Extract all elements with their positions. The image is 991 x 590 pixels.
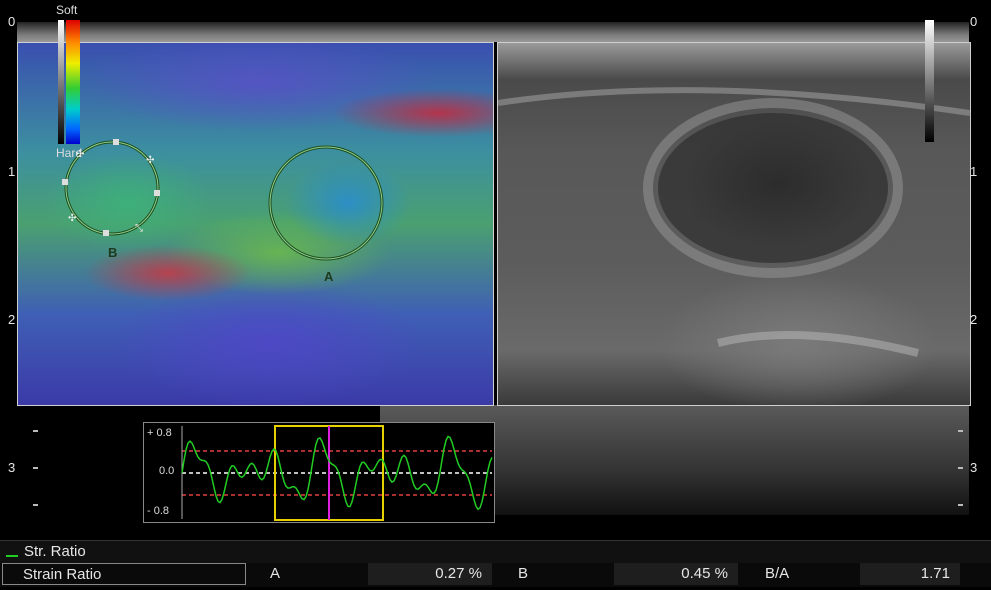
- depth-label-3-left: 3: [8, 460, 16, 475]
- roi-a-label: A: [324, 269, 334, 284]
- depth-label-3-right: 3: [970, 460, 978, 475]
- strain-graph-plot: [181, 425, 493, 521]
- legend-label: Str. Ratio: [24, 543, 86, 560]
- roi-b-handle-top: [113, 139, 119, 145]
- strain-y-label-mid: 0.0: [159, 465, 175, 477]
- depth-tick: [958, 430, 963, 432]
- roi-b-rotate-handle-icon: ✣: [146, 155, 154, 166]
- result-a-label: A: [270, 565, 281, 582]
- roi-b-handle-bottom: [103, 230, 109, 236]
- strain-ratio-title: Strain Ratio: [2, 563, 246, 585]
- result-ratio-label: B/A: [765, 565, 790, 582]
- strain-y-label-top: + 0.8: [147, 427, 172, 439]
- nodule-core: [658, 113, 888, 263]
- scale-hard-label: Hard: [56, 146, 83, 160]
- depth-tick: [33, 430, 38, 432]
- roi-b-rotate-handle-icon-2: ✣: [68, 213, 76, 224]
- strain-ratio-results-row: Strain Ratio A 0.27 % B 0.45 % B/A 1.71: [0, 563, 991, 587]
- depth-label-0-right: 0: [970, 14, 978, 29]
- skin-band: [17, 22, 969, 42]
- result-a-value: 0.27 %: [368, 563, 492, 585]
- result-ratio-value: 1.71: [860, 563, 960, 585]
- scale-soft-label: Soft: [56, 3, 78, 17]
- bmode-texture: [498, 87, 970, 357]
- depth-label-2-left: 2: [8, 312, 16, 327]
- depth-tick: [33, 467, 38, 469]
- roi-b-resize-handle-icon: ⤡: [135, 223, 143, 234]
- roi-b-label: B: [108, 245, 118, 260]
- result-b-label: B: [518, 565, 529, 582]
- elasto-color-scale-bar: [66, 20, 80, 144]
- bmode-gray-scale-bar: [925, 20, 934, 142]
- strain-y-label-bottom: - 0.8: [147, 505, 170, 517]
- depth-label-0-left: 0: [8, 14, 16, 29]
- bmode-image-panel[interactable]: [497, 42, 971, 406]
- roi-b-handle-right: [154, 190, 160, 196]
- elasto-gray-reference-bar: [58, 20, 64, 144]
- results-legend-row: Str. Ratio: [0, 540, 991, 563]
- depth-tick: [958, 504, 963, 506]
- depth-label-1-left: 1: [8, 164, 16, 179]
- depth-label-2-right: 2: [970, 312, 978, 327]
- roi-overlay: ✣ ✣ ⤡ ✣: [62, 139, 384, 261]
- depth-label-1-right: 1: [970, 164, 978, 179]
- depth-tick: [958, 467, 963, 469]
- elastography-image-panel[interactable]: ✣ ✣ ⤡ ✣ B A: [17, 42, 494, 406]
- roi-b-handle-left: [62, 179, 68, 185]
- depth-tick: [33, 504, 38, 506]
- roi-a-circle: [268, 145, 384, 261]
- legend-line-icon: [6, 555, 18, 557]
- strain-graph[interactable]: + 0.8 0.0 - 0.8: [143, 422, 495, 523]
- result-b-value: 0.45 %: [614, 563, 738, 585]
